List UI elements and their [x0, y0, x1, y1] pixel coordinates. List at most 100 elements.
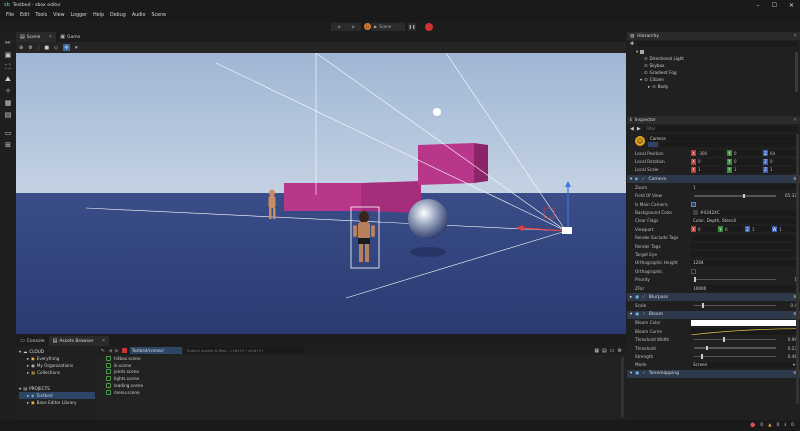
- path-bar[interactable]: Testbed/scenes/: [129, 347, 182, 354]
- enabled-check-icon[interactable]: ✓: [642, 312, 646, 317]
- rot-x-field[interactable]: X0: [691, 158, 725, 165]
- rot-z-field[interactable]: Z0: [763, 158, 797, 165]
- inspector-filter-input[interactable]: [643, 125, 797, 132]
- rot-y-field[interactable]: Y0: [727, 158, 761, 165]
- scene-play-button[interactable]: ▶ Scene: [371, 22, 405, 31]
- menu-help[interactable]: Help: [90, 13, 107, 18]
- list-item[interactable]: hitbox.scene: [98, 355, 626, 362]
- scene-render[interactable]: [16, 52, 626, 334]
- add-object-icon[interactable]: ✚: [630, 41, 634, 47]
- grid-view-icon[interactable]: ▤: [602, 348, 607, 354]
- grid-icon[interactable]: ▦: [2, 98, 14, 108]
- transform-mode-icon[interactable]: ◇: [54, 45, 58, 51]
- slider-value[interactable]: 0.48: [779, 354, 797, 359]
- tree-item-collections[interactable]: ▸ ▦ Collections: [19, 369, 95, 376]
- bloom-curve-graph[interactable]: [691, 327, 797, 335]
- scale-slider[interactable]: [694, 303, 776, 308]
- slider[interactable]: [694, 337, 776, 342]
- warning-icon[interactable]: ▲: [768, 423, 771, 428]
- tab-scene[interactable]: ▤ Scene ✕: [16, 32, 57, 42]
- network-mode-button[interactable]: [648, 142, 658, 147]
- redo-icon[interactable]: ▶: [352, 24, 355, 29]
- slider-value[interactable]: 1: [779, 277, 797, 282]
- checkbox[interactable]: [691, 268, 696, 274]
- pause-button[interactable]: ❚❚: [408, 22, 416, 31]
- pos-z-field[interactable]: Z 64: [763, 150, 797, 157]
- bloom-component-header[interactable]: ▾ ◼ ✓ Bloom ≡: [627, 310, 800, 319]
- minimize-icon[interactable]: –: [757, 2, 760, 9]
- prop-value-field[interactable]: #43424C: [691, 209, 797, 216]
- viewport-y-field[interactable]: Y0: [718, 226, 743, 233]
- enabled-check-icon[interactable]: ✓: [642, 295, 646, 300]
- tree-item-base-library[interactable]: ▸ ◼ Base Editor Library: [19, 399, 95, 406]
- prop-value-field[interactable]: [691, 251, 797, 258]
- scale-z-field[interactable]: Z1: [763, 166, 797, 173]
- light-icon[interactable]: [433, 108, 441, 116]
- menu-tools[interactable]: Tools: [32, 13, 50, 18]
- scale-value[interactable]: 0.4: [779, 303, 797, 308]
- menu-audio[interactable]: Audio: [129, 13, 149, 18]
- asset-search-input[interactable]: [184, 347, 305, 354]
- slider-value[interactable]: 0.23: [779, 346, 797, 351]
- undo-icon[interactable]: ◀: [337, 24, 340, 29]
- close-icon[interactable]: ✕: [789, 2, 794, 9]
- checkbox[interactable]: [691, 201, 696, 207]
- settings-icon[interactable]: ⚙: [618, 348, 622, 354]
- mode-dropdown[interactable]: Screen ▾: [691, 361, 797, 368]
- camera-component-header[interactable]: ▾ ▶ ✓ Camera ≡: [627, 175, 800, 184]
- prop-value-field[interactable]: [691, 243, 797, 250]
- hierarchy-item[interactable]: ⊙ Skybox: [630, 62, 800, 69]
- filter-icon[interactable]: ▭: [610, 348, 615, 354]
- enabled-check-icon[interactable]: ✓: [642, 371, 646, 376]
- tab-close-icon[interactable]: ✕: [102, 339, 106, 344]
- box-left[interactable]: [284, 183, 361, 211]
- image-icon[interactable]: ▣: [2, 50, 14, 60]
- hierarchy-root[interactable]: ▾: [630, 48, 800, 55]
- nav-back-icon[interactable]: ◀: [630, 126, 634, 132]
- hierarchy-item[interactable]: ▾ ⊙ Citizen: [630, 76, 800, 83]
- tree-item-testbed[interactable]: ▸ ◆ Testbed: [19, 392, 95, 399]
- inspector-scrollbar[interactable]: [796, 134, 799, 404]
- viewport-x-field[interactable]: X0: [691, 226, 716, 233]
- tools-icon[interactable]: ✂: [2, 38, 14, 48]
- hierarchy-item[interactable]: ▸ ⊙ Body: [630, 83, 800, 90]
- nav-forward-icon[interactable]: ▶: [115, 348, 119, 354]
- object-name-field[interactable]: Camera: [648, 135, 796, 141]
- nav-forward-icon[interactable]: ▶: [637, 126, 641, 132]
- list-item[interactable]: lights.scene: [98, 375, 626, 382]
- hierarchy-search-input[interactable]: [637, 41, 797, 47]
- menu-file[interactable]: File: [3, 13, 17, 18]
- slider-knob[interactable]: [700, 354, 703, 359]
- panel-close-icon[interactable]: ✕: [793, 34, 797, 39]
- slider[interactable]: [694, 354, 776, 359]
- projects-section[interactable]: ▾ ▤ PROJECTS: [19, 385, 95, 392]
- blurpass-component-header[interactable]: ▸ ◼ ✓ Blurpass ≡: [627, 293, 800, 302]
- menu-logger[interactable]: Logger: [68, 13, 91, 18]
- prop-value-field[interactable]: Color, Depth, Stencil: [691, 217, 797, 224]
- scale-y-field[interactable]: Y1: [727, 166, 761, 173]
- viewport-z-field[interactable]: Z1: [745, 226, 770, 233]
- layout-icon[interactable]: ▭: [2, 128, 14, 138]
- stop-button[interactable]: [425, 22, 433, 31]
- settings-gear-icon[interactable]: ⚙: [28, 45, 32, 51]
- hierarchy-item[interactable]: ⊙ Gradient Fog: [630, 69, 800, 76]
- menu-edit[interactable]: Edit: [17, 13, 32, 18]
- prop-value-field[interactable]: 1: [691, 184, 797, 191]
- magic-wand-icon[interactable]: ✧: [2, 86, 14, 96]
- hierarchy-item[interactable]: ⊙ Directional Light: [630, 55, 800, 62]
- slider-knob[interactable]: [722, 337, 725, 342]
- tab-game[interactable]: ▣ Game: [56, 32, 84, 42]
- tab-assets-browser[interactable]: ▤ Assets Browser ✕: [48, 336, 110, 346]
- assets-scrollbar[interactable]: [621, 357, 624, 417]
- tab-console[interactable]: ▭ Console: [16, 336, 49, 346]
- object-emoji-icon[interactable]: ☺: [635, 136, 645, 146]
- slider[interactable]: [694, 277, 776, 282]
- undo-redo-group[interactable]: ◀ ▶: [331, 22, 361, 31]
- film-icon[interactable]: ▤: [2, 110, 14, 120]
- cloud-section[interactable]: ▾ ☁ CLOUD: [19, 348, 95, 355]
- menu-debug[interactable]: Debug: [107, 13, 129, 18]
- move-tool-button[interactable]: ✥: [62, 44, 70, 51]
- slider-knob[interactable]: [702, 303, 705, 308]
- tab-close-icon[interactable]: ✕: [48, 35, 52, 40]
- slider-knob[interactable]: [694, 277, 696, 282]
